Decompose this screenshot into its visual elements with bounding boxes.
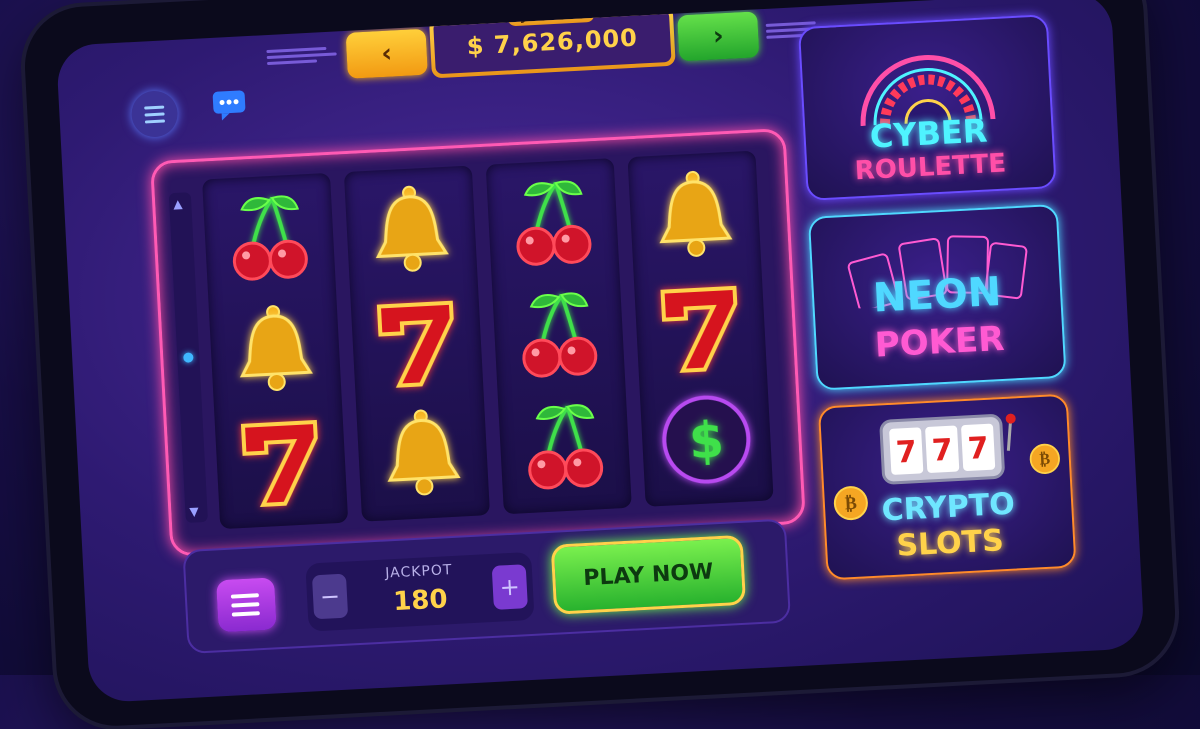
bell-symbol-icon bbox=[370, 402, 475, 507]
stake-selector: − JACKPOT 180 + bbox=[305, 551, 535, 632]
increase-button[interactable]: + bbox=[491, 564, 528, 610]
reel-2 bbox=[343, 165, 491, 522]
chat-button[interactable] bbox=[208, 88, 250, 122]
reel-3 bbox=[485, 158, 632, 515]
game-card-roulette[interactable]: CYBER ROULETTE bbox=[797, 14, 1057, 201]
list-icon bbox=[230, 593, 259, 599]
reel-4: $ bbox=[627, 150, 774, 507]
game-card-crypto-slots[interactable]: 7 7 7 ₿ ₿ CRYPTO SLOTS bbox=[817, 393, 1077, 581]
jackpot-display: JACKPOT $ 7,626,000 bbox=[428, 3, 676, 79]
cherry-symbol-icon bbox=[512, 394, 617, 499]
bell-symbol-icon bbox=[223, 297, 328, 402]
game-card-poker[interactable]: NEON POKER bbox=[807, 203, 1067, 391]
jackpot-header: ‹ JACKPOT $ 7,626,000 › bbox=[266, 0, 837, 84]
seven-symbol-icon bbox=[228, 409, 333, 514]
svg-text:₿: ₿ bbox=[1039, 449, 1051, 469]
play-now-button[interactable]: PLAY NOW bbox=[550, 534, 747, 615]
scroll-up-icon[interactable]: ▲ bbox=[173, 197, 183, 211]
svg-text:7: 7 bbox=[967, 431, 990, 467]
prev-button[interactable]: ‹ bbox=[345, 28, 428, 79]
paytable-button[interactable] bbox=[216, 577, 277, 633]
reel-scrollbar[interactable]: ▲ ▼ bbox=[168, 192, 208, 523]
svg-text:7: 7 bbox=[895, 435, 918, 471]
slot-reels: ▲ ▼ $ bbox=[150, 128, 806, 557]
menu-button[interactable] bbox=[130, 89, 179, 139]
reel-1 bbox=[202, 172, 349, 530]
cherry-symbol-icon bbox=[506, 283, 611, 388]
decor-stripes-left bbox=[266, 43, 337, 71]
hamburger-icon bbox=[144, 104, 165, 110]
chevron-left-icon: ‹ bbox=[380, 38, 393, 70]
chevron-right-icon: › bbox=[712, 21, 725, 52]
svg-text:7: 7 bbox=[931, 433, 954, 469]
tablet-device: ‹ JACKPOT $ 7,626,000 › ▲ ▼ $ − JACKPOT … bbox=[21, 0, 1179, 729]
slot-machine-icon: 7 7 7 bbox=[879, 413, 1016, 485]
game-title-line2: POKER bbox=[873, 318, 1006, 366]
next-button[interactable]: › bbox=[677, 11, 760, 62]
cherry-symbol-icon bbox=[217, 186, 322, 291]
seven-symbol-icon bbox=[364, 290, 469, 395]
bell-symbol-icon bbox=[358, 178, 463, 283]
scroll-down-icon[interactable]: ▼ bbox=[189, 504, 199, 518]
game-screen: ‹ JACKPOT $ 7,626,000 › ▲ ▼ $ − JACKPOT … bbox=[55, 0, 1145, 704]
scroll-thumb[interactable] bbox=[183, 352, 194, 363]
dollar-symbol-icon: $ bbox=[654, 387, 759, 492]
bitcoin-coin-icon: ₿ bbox=[1029, 443, 1060, 474]
seven-symbol-icon bbox=[648, 275, 753, 380]
jackpot-label: JACKPOT bbox=[506, 3, 595, 27]
cherry-symbol-icon bbox=[500, 171, 605, 276]
svg-text:$: $ bbox=[688, 411, 726, 471]
bell-symbol-icon bbox=[642, 163, 747, 268]
jackpot-amount: $ 7,626,000 bbox=[466, 23, 639, 61]
chat-icon bbox=[212, 90, 246, 121]
